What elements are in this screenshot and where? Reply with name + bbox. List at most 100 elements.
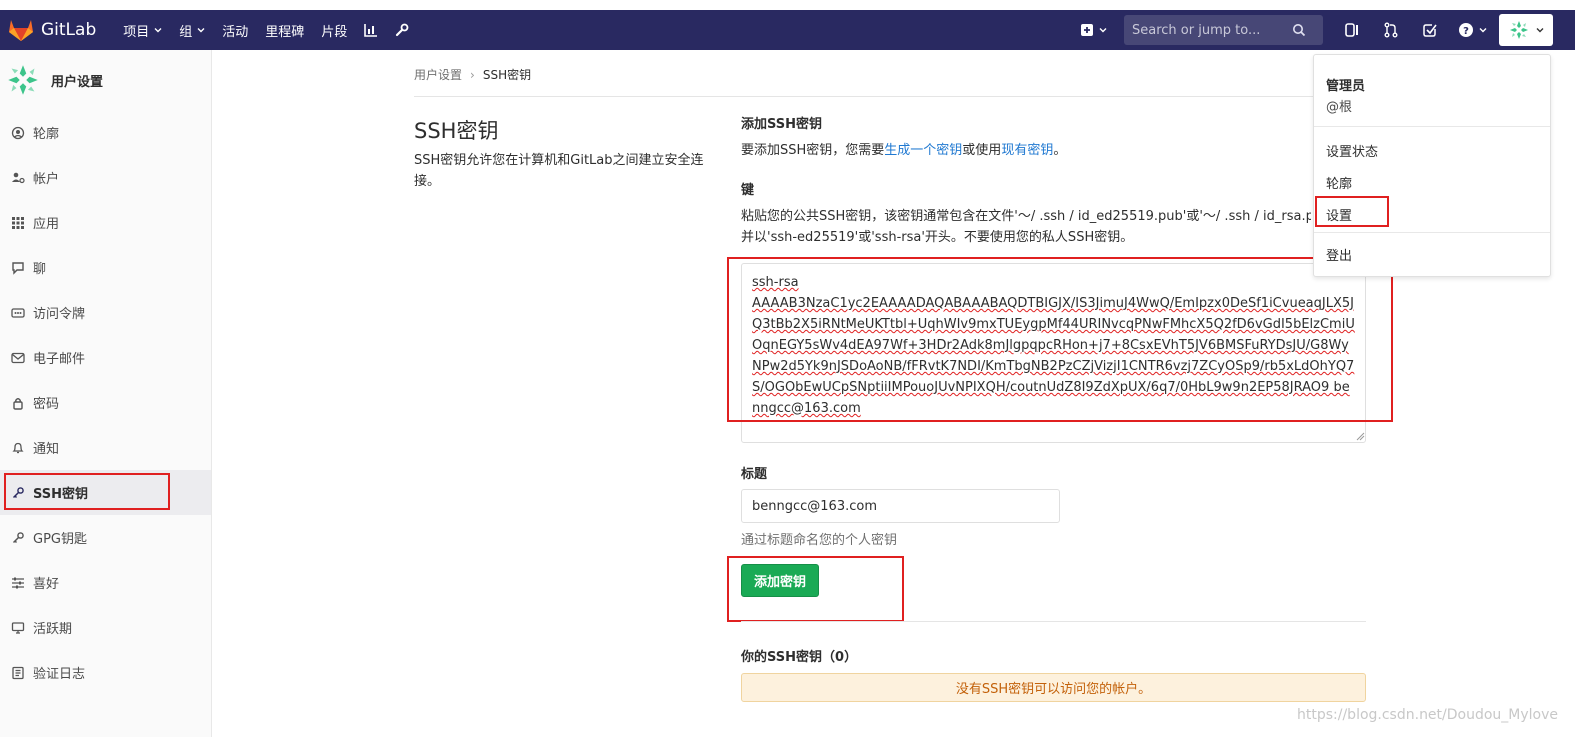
lock-icon	[11, 396, 25, 410]
nav-activity-label: 活动	[222, 24, 249, 40]
title-hint: 通过标题命名您的个人密钥	[741, 533, 898, 548]
svg-text:?: ?	[1463, 26, 1469, 37]
user-handle: @根	[1326, 100, 1353, 115]
sidebar-item-2[interactable]: 应用	[0, 200, 211, 245]
token-icon	[11, 306, 25, 320]
key-textarea-value: ssh-rsa AAAAB3NzaC1yc2EAAAADAQABAAABAQDT…	[752, 275, 1355, 416]
sidebar-item-label: 电子邮件	[33, 352, 86, 367]
sidebar-item-4[interactable]: 访问令牌	[0, 290, 211, 335]
breadcrumb-divider	[414, 96, 1366, 97]
sidebar-item-label: 轮廓	[33, 127, 60, 142]
generate-key-link[interactable]: 生成一个密钥	[884, 143, 962, 158]
nav-groups-label: 组	[179, 24, 193, 40]
avatar	[5, 62, 41, 98]
sidebar-items: 轮廓帐户应用聊访问令牌电子邮件密码通知 SSH密钥 GPG钥匙喜好活跃期验证日志	[0, 110, 211, 695]
search-icon	[1293, 24, 1306, 37]
merge-requests-button[interactable]	[1376, 15, 1406, 45]
nav-admin[interactable]	[395, 10, 409, 50]
key-textarea[interactable]: ssh-rsa AAAAB3NzaC1yc2EAAAADAQABAAABAQDT…	[741, 263, 1366, 443]
top-navbar: GitLab 项目 组 活动 里程碑 片段 Search or jump to.…	[0, 10, 1575, 50]
chevron-down-icon	[1536, 28, 1544, 33]
menu-sign-out[interactable]: 登出	[1326, 245, 1352, 264]
nav-projects[interactable]: 项目	[123, 10, 162, 50]
sidebar-item-12[interactable]: 验证日志	[0, 650, 211, 695]
menu-profile[interactable]: 轮廓	[1326, 173, 1352, 192]
applications-icon	[11, 216, 25, 230]
user-dropdown-menu: 管理员 @根 设置状态 轮廓 设置 登出	[1313, 54, 1551, 277]
breadcrumb-current[interactable]: SSH密钥	[483, 66, 531, 83]
gitlab-tanuki-icon	[9, 20, 33, 41]
your-keys-title: 你的SSH密钥（0）	[741, 650, 858, 665]
todo-check-icon	[1423, 24, 1437, 37]
sidebar-toggle-button[interactable]	[1337, 15, 1367, 45]
chevron-down-icon	[1479, 28, 1486, 33]
key-help-line2: 并以'ssh-ed25519'或'ssh-rsa'开头。不要使用您的私人SSH密…	[741, 230, 1134, 245]
nav-projects-label: 项目	[123, 24, 150, 40]
page-description: SSH密钥允许您在计算机和GitLab之间建立安全连接。	[414, 153, 704, 189]
gitlab-logo[interactable]: GitLab	[8, 10, 96, 50]
user-avatar-button[interactable]	[1499, 14, 1553, 46]
chevron-down-icon	[154, 28, 162, 33]
sidebar-title: 用户设置	[51, 74, 104, 90]
bell-icon	[11, 441, 25, 455]
email-icon	[11, 351, 25, 365]
add-key-button[interactable]: 添加密钥	[741, 564, 819, 597]
sidebar-item-11[interactable]: 活跃期	[0, 605, 211, 650]
existing-key-link[interactable]: 现有密钥	[1001, 143, 1053, 158]
sidebar-item-9[interactable]: GPG钥匙	[0, 515, 211, 560]
nav-activity[interactable]: 活动	[222, 10, 248, 50]
key-icon	[11, 486, 25, 500]
sidebar-item-6[interactable]: 密码	[0, 380, 211, 425]
sidebar-item-10[interactable]: 喜好	[0, 560, 211, 605]
nav-snippets-label: 片段	[321, 24, 348, 40]
title-input[interactable]	[741, 489, 1060, 523]
search-box[interactable]	[1124, 15, 1323, 45]
resize-grip-icon[interactable]	[1355, 431, 1365, 441]
nav-groups[interactable]: 组	[179, 10, 205, 50]
preferences-icon	[11, 576, 25, 590]
sidebar-item-7[interactable]: 通知	[0, 425, 211, 470]
sidebar-item-label: 密码	[33, 397, 60, 412]
add-key-help-suffix: 。	[1053, 143, 1067, 158]
plus-square-icon	[1081, 24, 1093, 36]
breadcrumb-parent[interactable]: 用户设置	[414, 66, 462, 83]
sidebar-item-3[interactable]: 聊	[0, 245, 211, 290]
sidebar-item-8[interactable]: SSH密钥	[0, 470, 211, 515]
dropdown-divider	[1314, 126, 1550, 127]
menu-settings[interactable]: 设置	[1326, 205, 1352, 224]
menu-set-status[interactable]: 设置状态	[1326, 141, 1378, 160]
app-name: GitLab	[41, 20, 97, 40]
log-icon	[11, 666, 25, 680]
sidebar-item-label: 通知	[33, 442, 60, 457]
top-strip	[0, 0, 1575, 10]
sidebar-item-label: 活跃期	[33, 622, 73, 637]
title-label: 标题	[741, 467, 768, 482]
sidebar-item-label: 喜好	[33, 577, 60, 592]
help-button[interactable]: ?	[1454, 15, 1490, 45]
nav-right: ?	[1080, 10, 1575, 50]
no-keys-message: 没有SSH密钥可以访问您的帐户。	[955, 682, 1152, 697]
nav-links: 项目 组 活动 里程碑 片段	[123, 10, 426, 50]
settings-sidebar: 用户设置 轮廓帐户应用聊访问令牌电子邮件密码通知 SSH密钥 GPG钥匙喜好活跃期验…	[0, 50, 212, 737]
search-input[interactable]	[1132, 22, 1292, 38]
sidebar-item-label: 访问令牌	[33, 307, 86, 322]
nav-snippets[interactable]: 片段	[321, 10, 347, 50]
sidebar-item-5[interactable]: 电子邮件	[0, 335, 211, 380]
add-key-help-middle: 或使用	[962, 143, 1002, 158]
nav-chart[interactable]	[364, 10, 378, 50]
breadcrumb-chevron-icon: ›	[470, 67, 475, 82]
sidebar-item-label: 帐户	[33, 172, 60, 187]
merge-request-icon	[1384, 22, 1398, 38]
sidebar-header[interactable]: 用户设置	[0, 50, 211, 110]
new-menu-button[interactable]	[1080, 23, 1107, 37]
sidebar-item-0[interactable]: 轮廓	[0, 110, 211, 155]
wrench-icon	[396, 23, 409, 37]
page-title: SSH密钥	[414, 119, 499, 143]
sidebar-item-1[interactable]: 帐户	[0, 155, 211, 200]
sidebar-item-label: 聊	[33, 262, 47, 277]
breadcrumb: 用户设置 › SSH密钥	[414, 66, 531, 83]
account-icon	[11, 171, 25, 185]
nav-milestones[interactable]: 里程碑	[265, 10, 304, 50]
chat-icon	[11, 261, 25, 275]
todos-button[interactable]	[1415, 15, 1445, 45]
